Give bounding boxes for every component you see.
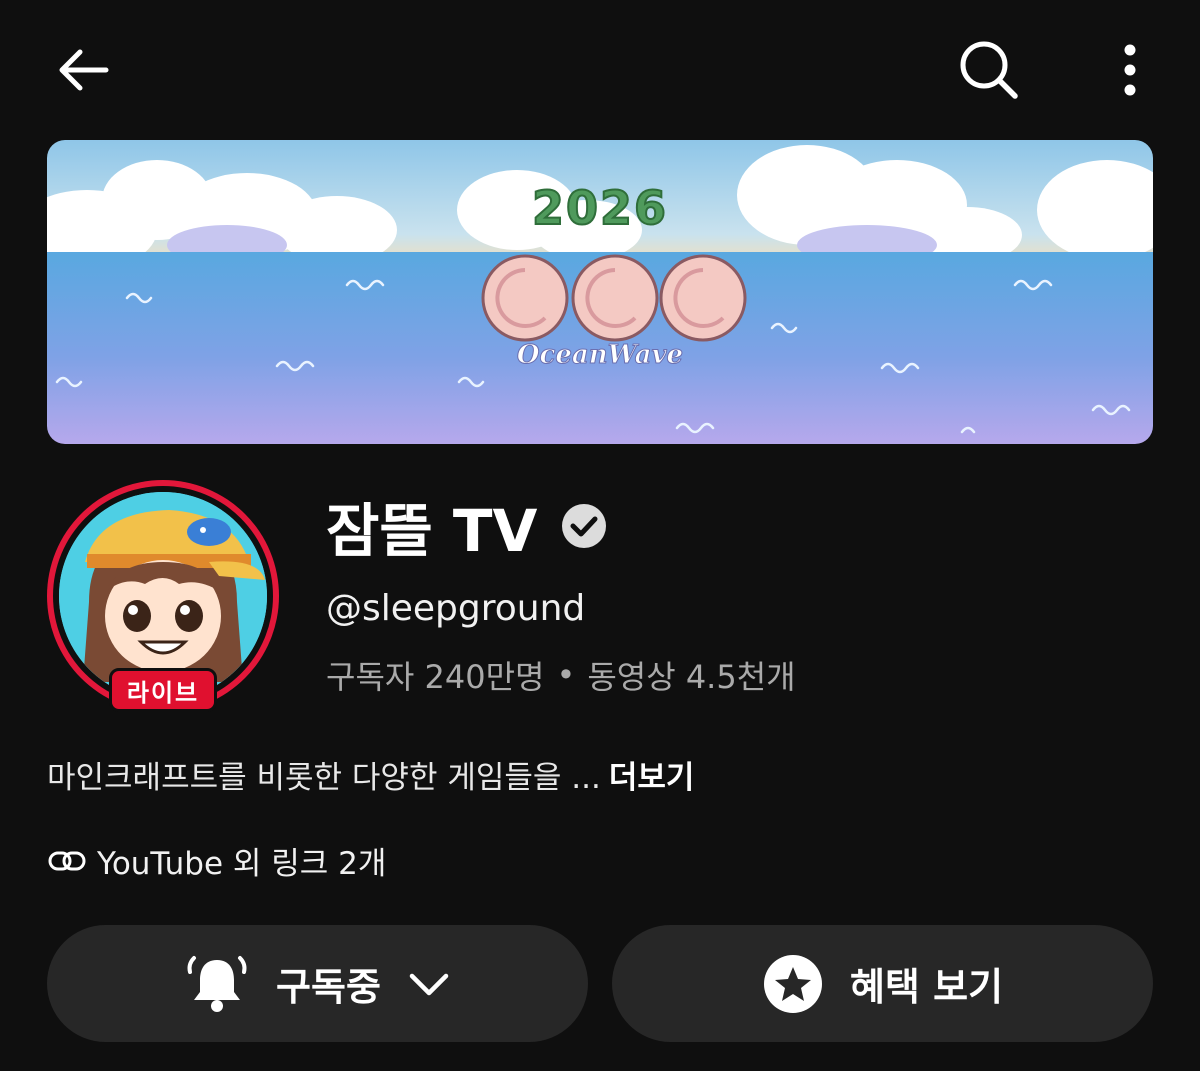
channel-stats: 구독자 240만명 • 동영상 4.5천개 xyxy=(326,652,796,698)
back-button[interactable] xyxy=(40,30,124,110)
channel-avatar[interactable]: 라이브 xyxy=(47,480,279,712)
banner-artwork xyxy=(47,140,1153,444)
more-options-button[interactable] xyxy=(1100,30,1160,110)
search-icon xyxy=(960,41,1018,99)
top-app-bar xyxy=(0,0,1200,140)
subscribed-label: 구독중 xyxy=(276,965,381,1009)
video-count: 동영상 4.5천개 xyxy=(587,658,796,696)
subscribed-button[interactable]: 구독중 xyxy=(47,925,588,1042)
benefits-button[interactable]: 혜택 보기 xyxy=(612,925,1153,1042)
channel-description[interactable]: 마인크래프트를 비롯한 다양한 게임들을 ... 더보기 xyxy=(47,752,694,797)
stats-separator: • xyxy=(556,656,576,694)
more-vertical-icon xyxy=(1124,44,1136,96)
links-label: YouTube 외 링크 2개 xyxy=(97,846,387,882)
subscriber-count: 구독자 240만명 xyxy=(326,658,545,696)
live-badge[interactable]: 라이브 xyxy=(109,668,217,712)
verified-check-icon xyxy=(559,501,609,551)
chevron-down-icon xyxy=(409,973,449,995)
search-button[interactable] xyxy=(944,30,1034,110)
arrow-left-icon xyxy=(59,49,109,91)
channel-name: 잠뜰 TV xyxy=(326,497,538,565)
channel-links[interactable]: YouTube 외 링크 2개 xyxy=(47,838,386,883)
bell-icon xyxy=(187,955,247,1012)
benefits-label: 혜택 보기 xyxy=(849,965,1004,1009)
channel-handle: @sleepground xyxy=(326,588,586,629)
more-link[interactable]: 더보기 xyxy=(609,752,695,797)
channel-banner[interactable] xyxy=(47,140,1153,444)
star-icon xyxy=(763,954,822,1013)
link-icon xyxy=(48,851,86,870)
description-text: 마인크래프트를 비롯한 다양한 게임들을 ... xyxy=(47,760,601,796)
channel-title-row: 잠뜰 TV xyxy=(326,486,609,566)
